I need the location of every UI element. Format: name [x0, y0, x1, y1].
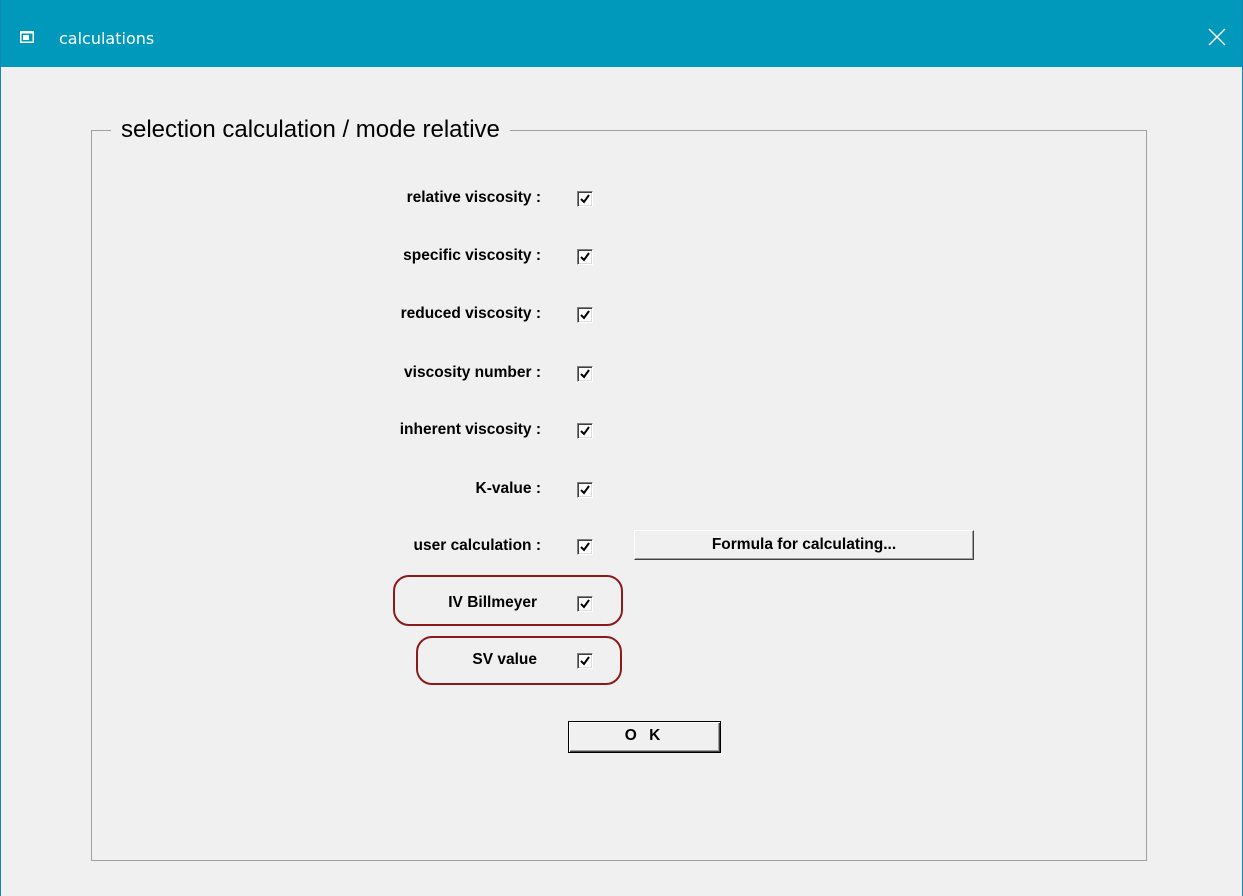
ok-button[interactable]: O K [568, 721, 721, 753]
checkmark-icon [580, 252, 590, 262]
window-title: calculations [59, 29, 155, 48]
reduced-viscosity-checkbox[interactable] [577, 307, 593, 323]
k-value-label: K-value : [475, 480, 541, 497]
iv-billmeyer-label: IV Billmeyer [448, 594, 537, 611]
checkmark-icon [580, 542, 590, 552]
k-value-checkbox[interactable] [577, 482, 593, 498]
formula-for-calculating-button[interactable]: Formula for calculating... [634, 530, 974, 560]
inherent-viscosity-checkbox[interactable] [577, 423, 593, 439]
checkmark-icon [580, 656, 590, 666]
relative-viscosity-label: relative viscosity : [406, 189, 541, 206]
group-legend: selection calculation / mode relative [111, 114, 510, 146]
checkmark-icon [580, 194, 590, 204]
checkmark-icon [580, 369, 590, 379]
sv-value-checkbox[interactable] [577, 653, 593, 669]
viscosity-number-label: viscosity number : [404, 364, 541, 381]
checkmark-icon [580, 485, 590, 495]
checkmark-icon [580, 599, 590, 609]
checkmark-icon [580, 310, 590, 320]
inherent-viscosity-label: inherent viscosity : [399, 421, 541, 438]
reduced-viscosity-label: reduced viscosity : [400, 305, 541, 322]
iv-billmeyer-checkbox[interactable] [577, 596, 593, 612]
title-bar: calculations [1, 0, 1242, 67]
user-calculation-label: user calculation : [413, 537, 541, 554]
relative-viscosity-checkbox[interactable] [577, 191, 593, 207]
window-icon [20, 31, 34, 43]
viscosity-number-checkbox[interactable] [577, 366, 593, 382]
sv-value-label: SV value [472, 651, 537, 668]
specific-viscosity-checkbox[interactable] [577, 249, 593, 265]
specific-viscosity-label: specific viscosity : [403, 247, 541, 264]
close-icon [1208, 28, 1226, 46]
close-button[interactable] [1190, 16, 1242, 60]
user-calculation-checkbox[interactable] [577, 539, 593, 555]
checkmark-icon [580, 426, 590, 436]
calculations-window: calculations selection calculation / mod… [0, 0, 1243, 896]
